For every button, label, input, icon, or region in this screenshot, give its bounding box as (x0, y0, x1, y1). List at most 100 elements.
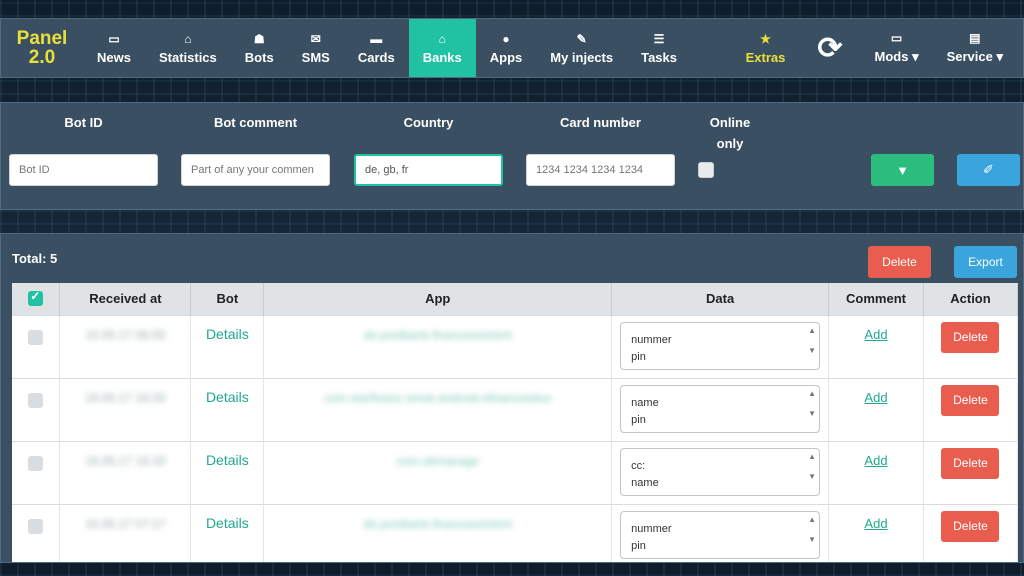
header-comment[interactable]: Comment (828, 283, 924, 315)
data-line-2: name (631, 476, 659, 489)
country-input[interactable] (354, 154, 503, 186)
action-cell: Delete (923, 440, 1019, 504)
app-value: de.postbank.finanzassistent (363, 327, 512, 342)
details-link[interactable]: Details (191, 505, 263, 531)
row-checkbox[interactable] (28, 329, 44, 345)
nav-tasks[interactable]: ☰ Tasks (627, 19, 691, 77)
add-comment-link[interactable]: Add (829, 442, 923, 468)
row-checkbox[interactable] (28, 518, 44, 534)
row-checkbox[interactable] (28, 455, 44, 471)
scroll-arrows-icon[interactable]: ▲ ▼ (808, 515, 816, 545)
star-icon: ★ (760, 31, 771, 46)
data-textarea[interactable]: nummer pin ▲ ▼ (620, 321, 821, 370)
logo-line2: 2.0 (28, 47, 56, 68)
received-value: 15.05.17 07:17 (85, 516, 166, 531)
row-select-cell (12, 440, 61, 504)
details-link[interactable]: Details (191, 316, 263, 342)
scroll-arrows-icon[interactable]: ▲ ▼ (808, 326, 816, 356)
data-cell: name pin ▲ ▼ (611, 377, 830, 441)
comment-cell: Add (828, 377, 924, 441)
row-delete-button[interactable]: Delete (941, 384, 1000, 416)
eraser-icon: ✐ (983, 162, 994, 177)
bot-comment-input[interactable] (181, 154, 330, 186)
nav-cards[interactable]: ▬ Cards (344, 19, 409, 77)
header-action[interactable]: Action (923, 283, 1019, 315)
table-row: 15.05.17 06:55 Details de.postbank.finanza… (12, 314, 1019, 378)
nav-extras[interactable]: ★ Extras (732, 19, 800, 77)
bots-icon: ☗ (253, 31, 265, 46)
total-count: Total: 5 (12, 251, 58, 266)
app-value: com.starfinanz.smob.android.sfinanzstatu… (324, 390, 552, 405)
add-comment-link[interactable]: Add (829, 505, 923, 531)
comment-cell: Add (828, 503, 924, 562)
refresh-button[interactable]: ⟳ (799, 19, 860, 77)
filter-button[interactable]: ▼ (871, 154, 934, 186)
table-row: 15.05.17 07:17 Details de.postbank.finanza… (12, 503, 1019, 562)
nav-news[interactable]: ▭ News (83, 19, 145, 77)
header-app[interactable]: App (263, 283, 613, 315)
received-value: 16.05.17 16:33 (85, 453, 166, 468)
nav-service[interactable]: ▤ Service ▾ (933, 19, 1023, 77)
action-cell: Delete (923, 314, 1019, 378)
data-textarea[interactable]: name pin ▲ ▼ (620, 384, 821, 433)
row-select-cell (12, 377, 61, 441)
details-link[interactable]: Details (191, 379, 263, 405)
bot-comment-label: Bot comment (213, 115, 298, 130)
details-link[interactable]: Details (191, 442, 263, 468)
scroll-arrows-icon[interactable]: ▲ ▼ (808, 389, 816, 419)
select-all-checkbox[interactable] (28, 289, 44, 307)
nav-service-label: Service ▾ (946, 49, 1003, 64)
main-nav: ▭ News ⌂ Statistics ☗ Bots ✉ SMS ▬ Cards ⌂ Banks ● Ap… (83, 19, 691, 77)
comment-cell: Add (828, 314, 924, 378)
nav-label: Cards (357, 49, 395, 65)
online-only-checkbox[interactable] (698, 162, 714, 178)
table-header-row: Received at Bot App Data Comment Action (12, 283, 1019, 315)
nav-apps[interactable]: ● Apps (476, 19, 537, 77)
nav-label: News (97, 49, 131, 65)
card-number-label: Card number (560, 115, 641, 130)
filter-icon: ▼ (896, 162, 909, 178)
row-delete-button[interactable]: Delete (941, 321, 1000, 353)
nav-label: Apps (489, 49, 523, 65)
row-delete-button[interactable]: Delete (941, 510, 1000, 542)
data-line-1: nummer (631, 333, 672, 346)
nav-statistics[interactable]: ⌂ Statistics (145, 19, 231, 77)
app-cell: com.starfinanz.smob.android.sfinanzstatu… (263, 377, 613, 441)
clear-button[interactable]: ✐ (957, 154, 1020, 186)
nav-mods-label: Mods ▾ (874, 49, 919, 64)
add-comment-link[interactable]: Add (829, 379, 923, 405)
row-select-cell (12, 314, 61, 378)
nav-mods[interactable]: ▭ Mods ▾ (861, 19, 933, 77)
online-only-label-2: only (716, 136, 744, 151)
nav-my-injects[interactable]: ✎ My injects (536, 19, 627, 77)
data-textarea[interactable]: cc: name ▲ ▼ (620, 447, 821, 496)
nav-label: Banks (422, 49, 462, 65)
bot-id-input[interactable] (9, 154, 158, 186)
scroll-arrows-icon[interactable]: ▲ ▼ (808, 452, 816, 482)
export-button[interactable]: Export (954, 246, 1017, 278)
bot-id-label: Bot ID (64, 115, 103, 130)
row-checkbox[interactable] (28, 392, 44, 408)
nav-label: My injects (550, 49, 614, 65)
card-icon: ▬ (370, 31, 383, 46)
bank-icon: ⌂ (438, 31, 446, 46)
header-bot[interactable]: Bot (190, 283, 265, 315)
nav-banks[interactable]: ⌂ Banks (408, 19, 476, 77)
chart-icon: ⌂ (184, 31, 192, 46)
service-icon: ▤ (969, 31, 981, 45)
panel-app: Panel 2.0 ▭ News ⌂ Statistics ☗ Bots ✉ SMS ▬ Card… (0, 0, 1024, 576)
bulk-delete-button[interactable]: Delete (868, 246, 931, 278)
refresh-icon: ⟳ (817, 31, 843, 65)
nav-bots[interactable]: ☗ Bots (231, 19, 288, 77)
select-all-header[interactable] (12, 283, 61, 315)
card-number-input[interactable] (526, 154, 675, 186)
logo[interactable]: Panel 2.0 (1, 19, 83, 77)
received-cell: 15.05.17 07:17 (59, 503, 192, 562)
add-comment-link[interactable]: Add (829, 316, 923, 342)
comment-cell: Add (828, 440, 924, 504)
header-data[interactable]: Data (611, 283, 830, 315)
nav-sms[interactable]: ✉ SMS (288, 19, 344, 77)
data-textarea[interactable]: nummer pin ▲ ▼ (620, 510, 821, 559)
header-received[interactable]: Received at (59, 283, 192, 315)
row-delete-button[interactable]: Delete (941, 447, 1000, 479)
